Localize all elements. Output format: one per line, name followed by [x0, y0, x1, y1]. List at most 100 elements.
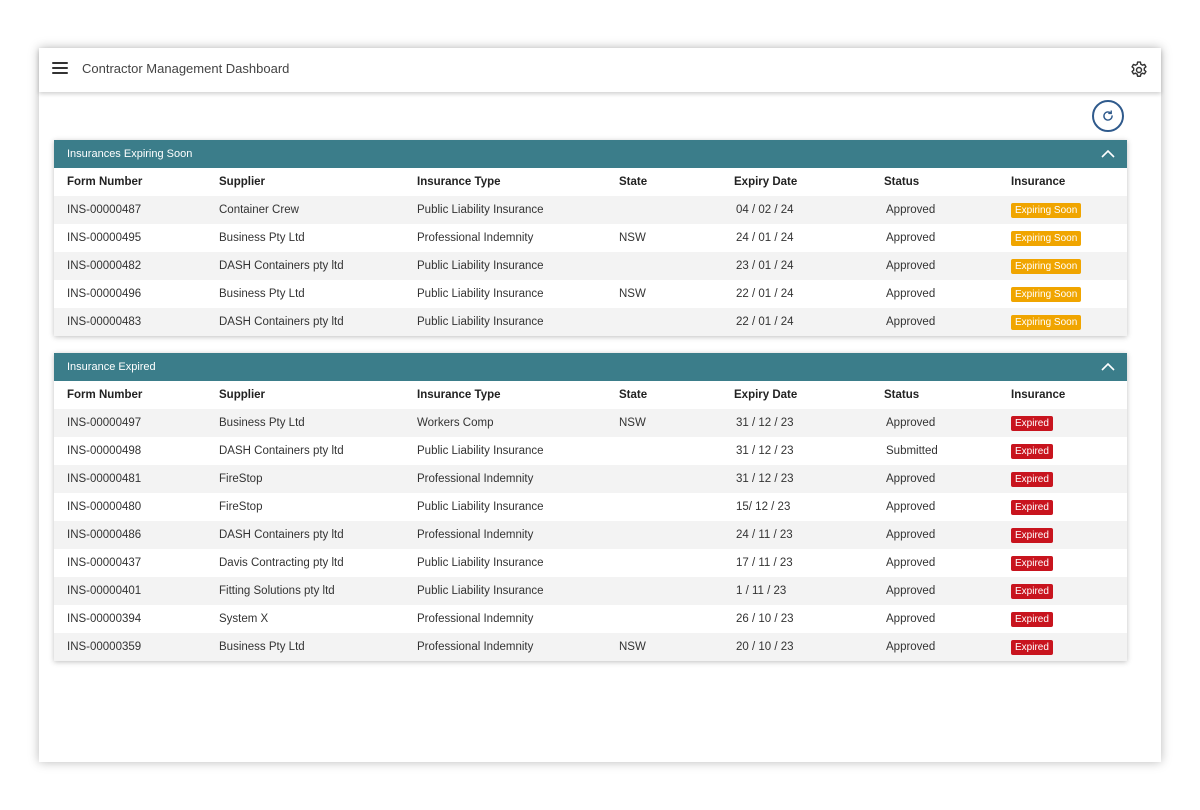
col-expiry-date[interactable]: Expiry Date — [734, 168, 884, 196]
state-cell: NSW — [619, 280, 734, 308]
status-cell: Approved — [884, 409, 1011, 437]
table-row[interactable]: INS-00000486 DASH Containers pty ltd Profe… — [54, 521, 1127, 549]
table-row[interactable]: INS-00000437 Davis Contracting pty ltd Pub… — [54, 549, 1127, 577]
table-row[interactable]: INS-00000394 System X Professional Indemni… — [54, 605, 1127, 633]
insurance-type-cell: Professional Indemnity — [417, 465, 619, 493]
insurance-cell: Expired — [1011, 493, 1127, 521]
expiry-date-cell: 20 / 10 / 23 — [734, 633, 884, 661]
insurance-type-cell: Public Liability Insurance — [417, 437, 619, 465]
table-row[interactable]: INS-00000483 DASH Containers pty ltd Publi… — [54, 308, 1127, 336]
table-row[interactable]: INS-00000482 DASH Containers pty ltd Publi… — [54, 252, 1127, 280]
col-status[interactable]: Status — [884, 168, 1011, 196]
state-cell — [619, 252, 734, 280]
expiry-date-cell: 31 / 12 / 23 — [734, 437, 884, 465]
expiry-date-cell: 31 / 12 / 23 — [734, 409, 884, 437]
expiry-date-cell: 22 / 01 / 24 — [734, 308, 884, 336]
status-cell: Approved — [884, 465, 1011, 493]
state-cell — [619, 549, 734, 577]
expired-header[interactable]: Insurance Expired — [54, 353, 1127, 381]
chevron-up-icon[interactable] — [1101, 148, 1115, 160]
status-badge: Expired — [1011, 555, 1053, 571]
form-number-cell: INS-00000487 — [54, 196, 219, 224]
gear-icon[interactable] — [1129, 60, 1149, 80]
supplier-cell: Business Pty Ltd — [219, 409, 417, 437]
refresh-button[interactable] — [1092, 100, 1124, 132]
col-supplier[interactable]: Supplier — [219, 168, 417, 196]
insurance-type-cell: Public Liability Insurance — [417, 577, 619, 605]
col-status[interactable]: Status — [884, 381, 1011, 409]
table-row[interactable]: INS-00000497 Business Pty Ltd Workers Comp… — [54, 409, 1127, 437]
status-cell: Approved — [884, 633, 1011, 661]
form-number-cell: INS-00000496 — [54, 280, 219, 308]
col-supplier[interactable]: Supplier — [219, 381, 417, 409]
table-row[interactable]: INS-00000359 Business Pty Ltd Professional… — [54, 633, 1127, 661]
insurance-cell: Expired — [1011, 633, 1127, 661]
col-insurance[interactable]: Insurance — [1011, 381, 1127, 409]
app-title: Contractor Management Dashboard — [82, 61, 290, 76]
col-state[interactable]: State — [619, 168, 734, 196]
form-number-cell: INS-00000437 — [54, 549, 219, 577]
state-cell — [619, 437, 734, 465]
form-number-cell: INS-00000486 — [54, 521, 219, 549]
chevron-up-icon[interactable] — [1101, 361, 1115, 373]
col-form-number[interactable]: Form Number — [54, 381, 219, 409]
state-cell — [619, 196, 734, 224]
status-cell: Approved — [884, 493, 1011, 521]
expiry-date-cell: 1 / 11 / 23 — [734, 577, 884, 605]
col-state[interactable]: State — [619, 381, 734, 409]
expiring-soon-rows: INS-00000487 Container Crew Public Liabili… — [54, 196, 1127, 336]
state-cell — [619, 465, 734, 493]
insurance-type-cell: Public Liability Insurance — [417, 549, 619, 577]
status-badge: Expired — [1011, 639, 1053, 655]
expiring-soon-header[interactable]: Insurances Expiring Soon — [54, 140, 1127, 168]
status-badge: Expired — [1011, 499, 1053, 515]
supplier-cell: DASH Containers pty ltd — [219, 308, 417, 336]
table-row[interactable]: INS-00000481 FireStop Professional Indemni… — [54, 465, 1127, 493]
supplier-cell: Business Pty Ltd — [219, 280, 417, 308]
col-insurance-type[interactable]: Insurance Type — [417, 168, 619, 196]
insurance-type-cell: Public Liability Insurance — [417, 252, 619, 280]
expiry-date-cell: 17 / 11 / 23 — [734, 549, 884, 577]
state-cell: NSW — [619, 409, 734, 437]
supplier-cell: Fitting Solutions pty ltd — [219, 577, 417, 605]
expiry-date-cell: 26 / 10 / 23 — [734, 605, 884, 633]
table-row[interactable]: INS-00000498 DASH Containers pty ltd Publi… — [54, 437, 1127, 465]
table-row[interactable]: INS-00000401 Fitting Solutions pty ltd Pub… — [54, 577, 1127, 605]
col-form-number[interactable]: Form Number — [54, 168, 219, 196]
table-row[interactable]: INS-00000487 Container Crew Public Liabili… — [54, 196, 1127, 224]
table-row[interactable]: INS-00000496 Business Pty Ltd Public Liabi… — [54, 280, 1127, 308]
col-insurance-type[interactable]: Insurance Type — [417, 381, 619, 409]
status-cell: Approved — [884, 308, 1011, 336]
status-badge: Expiring Soon — [1011, 314, 1082, 330]
status-badge: Expiring Soon — [1011, 286, 1082, 302]
insurance-type-cell: Professional Indemnity — [417, 521, 619, 549]
form-number-cell: INS-00000394 — [54, 605, 219, 633]
state-cell — [619, 605, 734, 633]
expired-title: Insurance Expired — [67, 361, 156, 373]
supplier-cell: FireStop — [219, 493, 417, 521]
expiry-date-cell: 31 / 12 / 23 — [734, 465, 884, 493]
insurance-cell: Expiring Soon — [1011, 280, 1127, 308]
insurance-cell: Expiring Soon — [1011, 196, 1127, 224]
hamburger-menu-icon[interactable] — [52, 62, 68, 75]
insurance-type-cell: Workers Comp — [417, 409, 619, 437]
expired-panel: Insurance Expired Form Number Supplier I… — [54, 353, 1127, 661]
form-number-cell: INS-00000495 — [54, 224, 219, 252]
insurance-type-cell: Public Liability Insurance — [417, 280, 619, 308]
expiry-date-cell: 22 / 01 / 24 — [734, 280, 884, 308]
table-row[interactable]: INS-00000495 Business Pty Ltd Professional… — [54, 224, 1127, 252]
insurance-type-cell: Public Liability Insurance — [417, 308, 619, 336]
expiry-date-cell: 24 / 11 / 23 — [734, 521, 884, 549]
col-expiry-date[interactable]: Expiry Date — [734, 381, 884, 409]
insurance-cell: Expiring Soon — [1011, 224, 1127, 252]
dashboard-window: Contractor Management Dashboard Insuranc… — [39, 48, 1161, 762]
form-number-cell: INS-00000483 — [54, 308, 219, 336]
table-row[interactable]: INS-00000480 FireStop Public Liability Ins… — [54, 493, 1127, 521]
col-insurance[interactable]: Insurance — [1011, 168, 1127, 196]
supplier-cell: DASH Containers pty ltd — [219, 252, 417, 280]
supplier-cell: System X — [219, 605, 417, 633]
status-badge: Expiring Soon — [1011, 230, 1082, 246]
status-cell: Approved — [884, 549, 1011, 577]
insurance-cell: Expired — [1011, 549, 1127, 577]
status-badge: Expired — [1011, 415, 1053, 431]
